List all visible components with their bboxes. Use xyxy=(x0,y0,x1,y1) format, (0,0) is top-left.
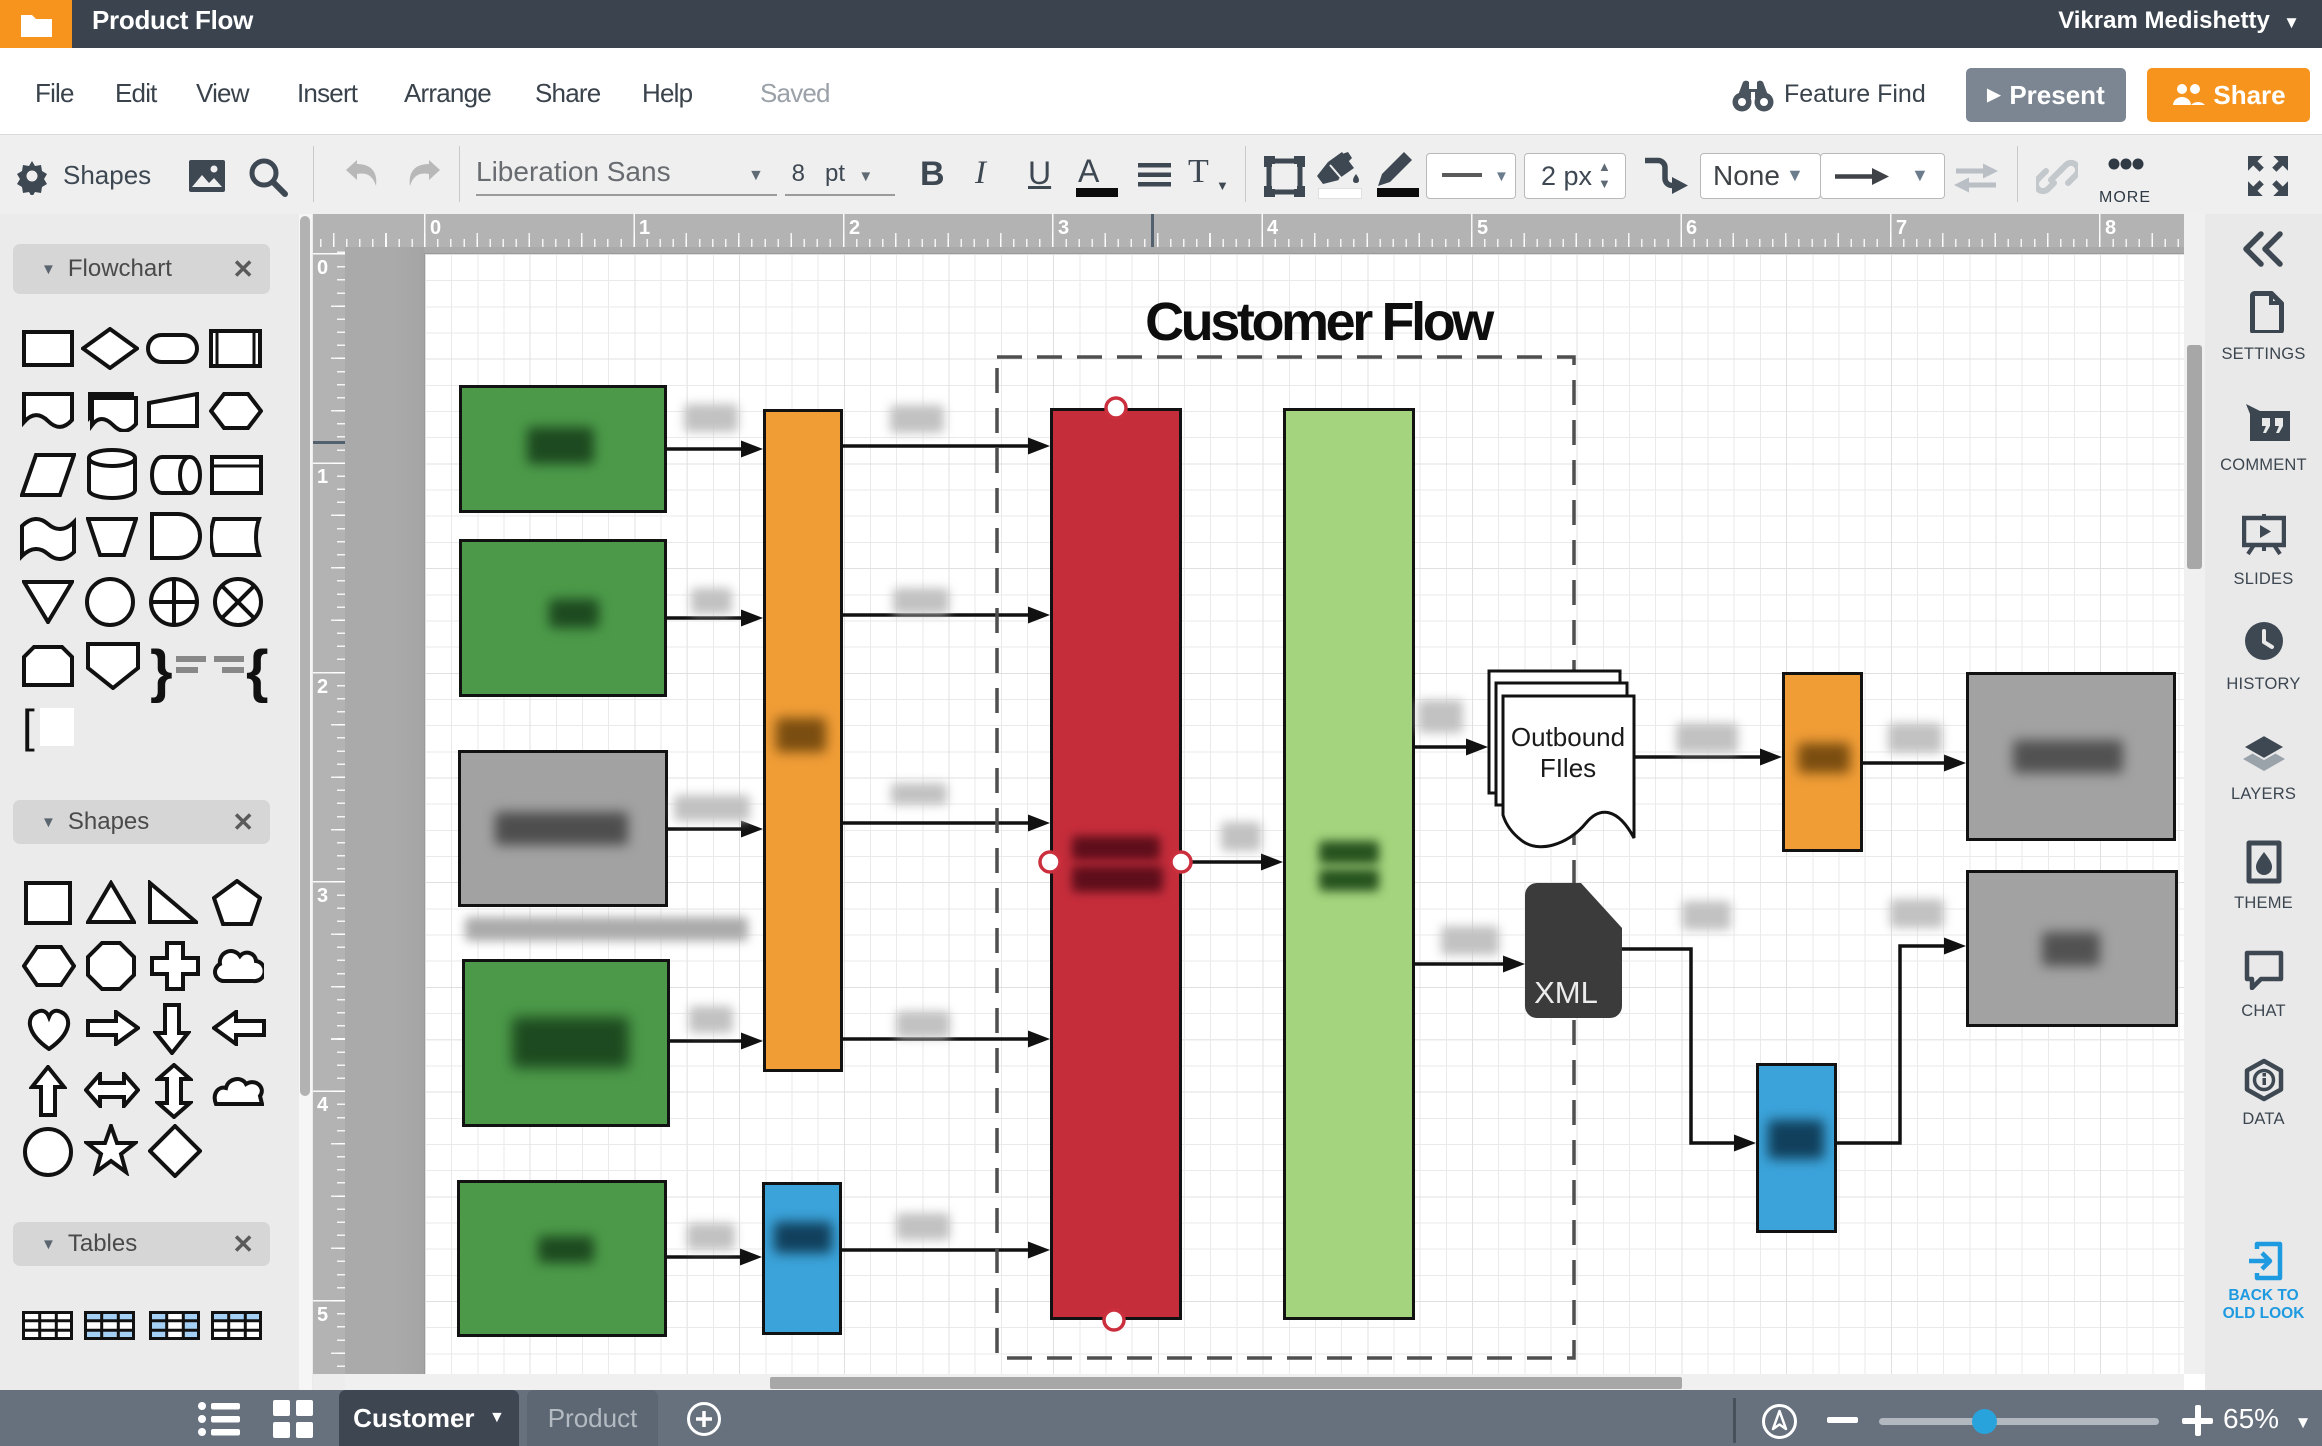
svg-text:FIles: FIles xyxy=(1540,753,1596,783)
svg-text:XML: XML xyxy=(1534,975,1598,1010)
svg-text:Outbound: Outbound xyxy=(1511,722,1625,752)
